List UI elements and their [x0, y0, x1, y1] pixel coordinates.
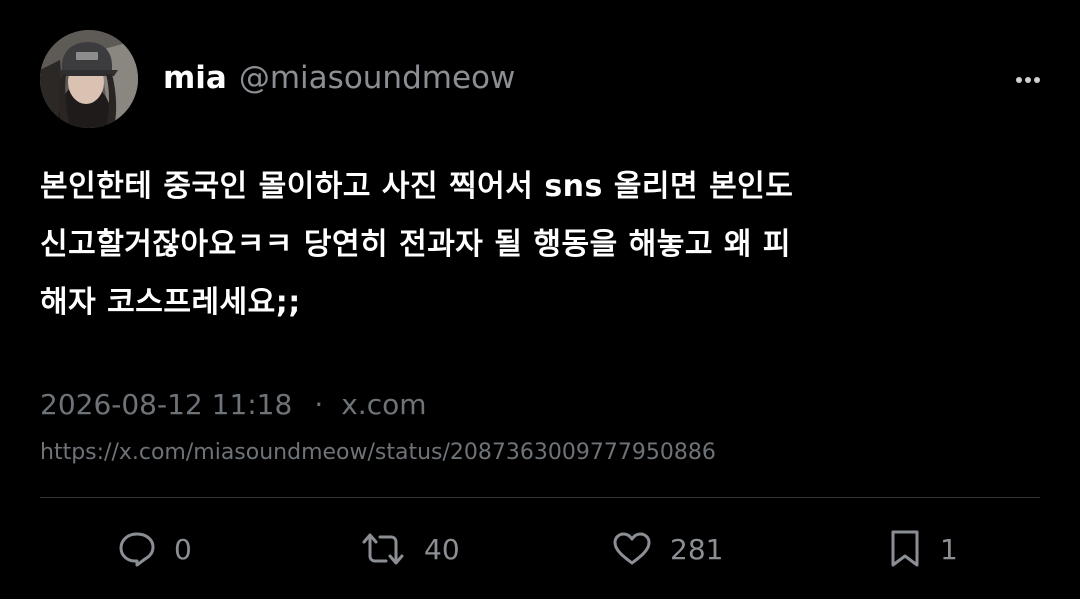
retweet-count: 40: [424, 532, 460, 566]
tweet-text-line: 신고할거잖아요ㅋㅋ 당연히 전과자 될 행동을 해놓고 왜 피: [40, 227, 792, 262]
more-icon: [1016, 77, 1040, 83]
reply-icon: [119, 532, 155, 567]
meta-separator: ·: [314, 388, 324, 421]
tweet-text-line: 본인한테 중국인 몰이하고 사진 찍어서 sns 올리면 본인도: [40, 169, 794, 204]
tweet-text: 본인한테 중국인 몰이하고 사진 찍어서 sns 올리면 본인도 신고할거잖아요…: [40, 158, 1050, 332]
avatar[interactable]: [40, 30, 138, 128]
bookmark-icon: [891, 530, 919, 567]
display-name[interactable]: mia: [163, 60, 227, 96]
divider: [40, 497, 1040, 498]
source-label: x.com: [341, 388, 427, 421]
like-count: 281: [670, 532, 724, 566]
tweet-meta: 2026-08-12 11:18 · x.com: [40, 388, 427, 421]
retweet-icon: [362, 533, 404, 565]
more-options-button[interactable]: [1008, 66, 1048, 94]
tweet-url[interactable]: https://x.com/miasoundmeow/status/208736…: [40, 440, 716, 465]
reply-count: 0: [174, 532, 192, 566]
bookmark-count: 1: [940, 532, 958, 566]
tweet-card: mia @miasoundmeow 본인한테 중국인 몰이하고 사진 찍어서 s…: [0, 0, 1080, 599]
user-line: mia @miasoundmeow: [163, 60, 515, 104]
user-handle[interactable]: @miasoundmeow: [239, 60, 516, 96]
timestamp[interactable]: 2026-08-12 11:18: [40, 388, 292, 421]
retweet-button[interactable]: 40: [360, 522, 460, 576]
bookmark-button[interactable]: 1: [888, 522, 958, 576]
tweet-text-line: 해자 코스프레세요;;: [40, 285, 301, 320]
action-bar: 0 40 281 1: [0, 522, 1080, 576]
heart-icon: [613, 532, 651, 565]
like-button[interactable]: 281: [612, 522, 723, 576]
reply-button[interactable]: 0: [118, 522, 192, 576]
avatar-image: [40, 30, 138, 128]
